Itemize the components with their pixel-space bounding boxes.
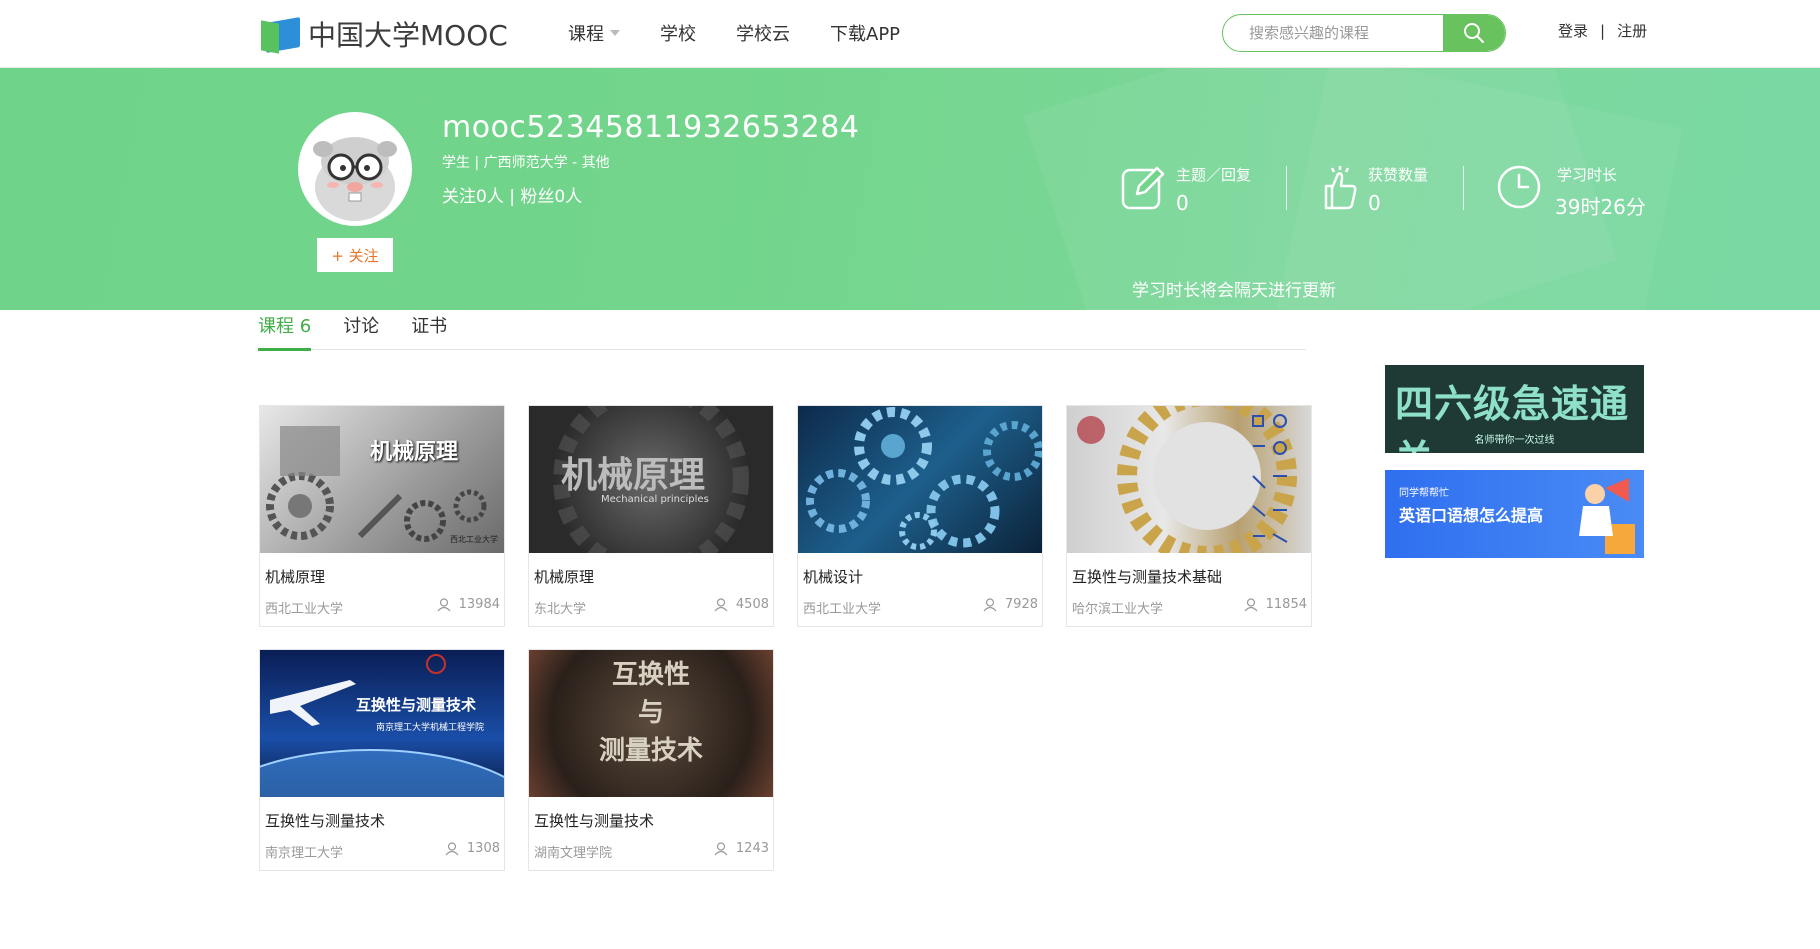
chevron-down-icon [610,30,620,36]
course-card[interactable]: 机械原理 西北工业大学 机械原理 西北工业大学 13984 [259,405,505,627]
course-thumbnail [1067,406,1311,553]
clock-icon [1497,165,1541,209]
tab-courses[interactable]: 课程 6 [258,310,312,351]
profile-banner: + 关注 mooc52345811932653284 学生 | 广西师范大学 -… [0,68,1820,310]
thumbnail-subcaption: 西北工业大学 [450,535,498,544]
enrollment-count: 13984 [437,597,500,612]
course-card[interactable]: 互换性 与 测量技术 互换性与测量技术 湖南文理学院 1243 [528,649,774,871]
ad-banner-oral-english[interactable]: 同学帮帮忙 英语口语想怎么提高 [1385,470,1644,558]
blue-gears-image [806,407,1042,550]
tab-discussions[interactable]: 讨论 [343,310,379,350]
thumbnail-caption: 机械原理 [370,440,459,465]
course-school: 西北工业大学 [265,602,344,617]
enrollment-count: 1243 [714,841,769,856]
ad-title: 英语口语想怎么提高 [1399,506,1544,525]
register-link[interactable]: 注册 [1617,20,1647,41]
search-button[interactable] [1443,15,1505,51]
megaphone-person-icon [1579,478,1635,554]
course-thumbnail: 机械原理 西北工业大学 [260,406,504,553]
nav-item-schools[interactable]: 学校 [660,20,696,46]
course-thumbnail [798,406,1042,553]
thumbnail-subcaption: 南京理工大学机械工程学院 [376,723,485,733]
ad-subtitle: 名师带你一次过线 [1474,435,1555,446]
profile-follow-counts: 关注0人 | 粉丝0人 [442,187,583,207]
course-thumbnail: 互换性与测量技术 南京理工大学机械工程学院 [260,650,504,797]
enrollment-count: 11854 [1244,597,1307,612]
course-title: 机械设计 [803,568,864,586]
profile-info: 学生 | 广西师范大学 - 其他 [442,155,610,171]
enrollment-count: 1308 [445,841,500,856]
nav-item-school-cloud[interactable]: 学校云 [736,20,790,46]
course-school: 东北大学 [534,602,587,617]
course-card[interactable]: 机械设计 西北工业大学 7928 [797,405,1043,627]
course-thumbnail: 机械原理 Mechanical principles [529,406,773,553]
tab-certificates[interactable]: 证书 [411,310,447,350]
thumbnail-caption: 机械原理 [561,455,706,496]
enrollment-count: 7928 [983,597,1038,612]
stat-likes: 获赞数量 0 [1368,166,1429,215]
gears-image [266,426,487,542]
thumbs-up-icon [1324,166,1357,210]
course-school: 哈尔滨工业大学 [1072,602,1164,617]
profile-username: mooc52345811932653284 [442,110,860,145]
course-title: 机械原理 [534,568,595,586]
study-time-update-note: 学习时长将会隔天进行更新 [1132,281,1336,301]
ad-subtitle: 同学帮帮忙 [1399,488,1449,499]
auth-separator: | [1600,21,1606,40]
enrollment-count: 4508 [714,597,769,612]
ad-banner-cet[interactable]: 四六级急速通关 名师带你一次过线 [1385,365,1644,453]
avatar[interactable] [298,112,412,226]
mooc-logo[interactable]: 中国大学MOOC [258,16,508,54]
nav-item-courses[interactable]: 课程 [568,20,620,46]
course-title: 互换性与测量技术基础 [1072,568,1223,586]
course-card[interactable]: 机械原理 Mechanical principles 机械原理 东北大学 450… [528,405,774,627]
course-card[interactable]: 互换性与测量技术基础 哈尔滨工业大学 11854 [1066,405,1312,627]
user-icon [437,597,451,611]
follow-button[interactable]: + 关注 [317,238,393,272]
search-box [1222,14,1506,52]
course-title: 互换性与测量技术 [265,812,386,830]
user-icon [983,597,997,611]
thumbnail-caption: 互换性与测量技术 [356,696,477,714]
stat-divider [1286,166,1287,210]
main-nav: 课程 学校 学校云 下载APP [568,0,940,66]
course-title: 机械原理 [265,568,326,586]
thumbnail-subcaption: Mechanical principles [601,494,709,505]
search-input[interactable] [1223,15,1445,51]
profile-tabs: 课程 6 讨论 证书 [258,310,1306,351]
user-icon [445,841,459,855]
logo-text: 中国大学MOOC [308,19,508,52]
edit-icon [1121,166,1165,210]
stat-study-time: 学习时长 39时26分 [1555,166,1646,219]
top-navigation-bar: 中国大学MOOC 课程 学校 学校云 下载APP 登录 | 注册 [0,0,1820,68]
course-thumbnail: 互换性 与 测量技术 [529,650,773,797]
stat-topics-replies: 主题／回复 0 [1176,166,1252,215]
nav-item-download-app[interactable]: 下载APP [830,20,900,46]
search-icon [1464,23,1484,43]
course-title: 互换性与测量技术 [534,812,655,830]
auth-links: 登录 | 注册 [1558,20,1647,41]
logo-mark-icon [258,16,302,54]
course-school: 西北工业大学 [803,602,882,617]
user-icon [714,597,728,611]
thumbnail-caption: 互换性 与 测量技术 [598,660,703,766]
course-school: 湖南文理学院 [534,846,613,861]
login-link[interactable]: 登录 [1558,20,1588,41]
course-school: 南京理工大学 [265,846,344,861]
gold-gear-image [1077,406,1297,553]
mascot-avatar-icon [301,115,409,223]
user-icon [714,841,728,855]
course-card[interactable]: 互换性与测量技术 南京理工大学机械工程学院 互换性与测量技术 南京理工大学 13… [259,649,505,871]
stat-divider [1463,166,1464,210]
user-icon [1244,597,1258,611]
